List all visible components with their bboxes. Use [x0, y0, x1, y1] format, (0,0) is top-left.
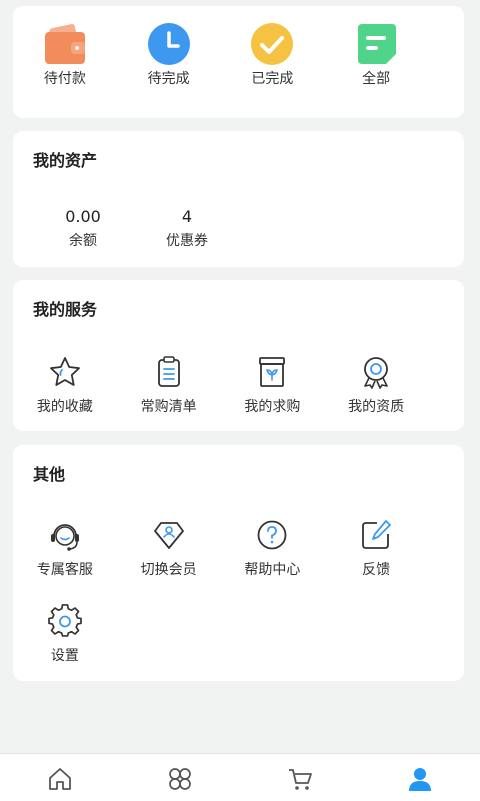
- service-frequent-list-label: 常购清单: [140, 399, 197, 415]
- tab-cart[interactable]: [240, 754, 360, 801]
- check-icon: [251, 23, 294, 65]
- cart-icon: [289, 769, 312, 790]
- service-favorites-label: 我的收藏: [36, 399, 93, 415]
- bottom-tab-bar: [0, 753, 480, 801]
- service-qualifications[interactable]: 我的资质: [324, 354, 428, 416]
- order-all[interactable]: 全部: [324, 24, 428, 88]
- order-pending-complete-label: 待完成: [147, 71, 190, 87]
- orders-card: 待付款 待完成 已完成 全部: [13, 6, 464, 118]
- assets-card: 我的资产 0.00 余额 4 优惠券: [13, 131, 464, 267]
- question-icon: [257, 520, 287, 550]
- gear-icon: [48, 604, 82, 637]
- medal-icon: [364, 357, 389, 389]
- other-settings[interactable]: 设置: [13, 603, 117, 665]
- other-settings-label: 设置: [50, 648, 79, 664]
- services-card: 我的服务 我的收藏 常购清单 我的求购 我的资质: [13, 280, 464, 431]
- sprout-box-icon: [259, 357, 286, 387]
- assets-title: 我的资产: [33, 151, 98, 170]
- others-title: 其他: [33, 465, 66, 484]
- balance-value: 0.00: [65, 207, 101, 226]
- order-completed-label: 已完成: [251, 71, 294, 87]
- headset-icon: [50, 524, 79, 551]
- user-icon: [409, 768, 431, 791]
- tab-category[interactable]: [120, 754, 240, 801]
- other-feedback-label: 反馈: [362, 562, 391, 578]
- other-help-center[interactable]: 帮助中心: [221, 517, 325, 579]
- order-all-label: 全部: [362, 71, 391, 87]
- coupons-item[interactable]: 4 优惠券: [137, 207, 237, 250]
- service-qualifications-label: 我的资质: [348, 399, 405, 415]
- other-customer-service[interactable]: 专属客服: [13, 517, 117, 579]
- wallet-icon: [44, 24, 85, 64]
- others-card: 其他 专属客服 切换会员 帮助中心 反馈 设置: [13, 445, 464, 681]
- clock-icon: [147, 23, 190, 65]
- clipboard-icon: [157, 356, 180, 387]
- order-pending-payment[interactable]: 待付款: [13, 24, 117, 88]
- other-help-center-label: 帮助中心: [244, 562, 301, 578]
- other-switch-member-label: 切换会员: [140, 562, 197, 578]
- diamond-user-icon: [153, 522, 184, 549]
- order-pending-complete[interactable]: 待完成: [117, 23, 221, 88]
- balance-label: 余额: [69, 233, 97, 249]
- coupons-value: 4: [181, 207, 193, 226]
- services-title: 我的服务: [33, 300, 98, 319]
- other-customer-service-label: 专属客服: [36, 562, 93, 578]
- tab-home[interactable]: [0, 754, 120, 801]
- order-completed[interactable]: 已完成: [221, 23, 325, 88]
- tab-profile[interactable]: [360, 754, 480, 801]
- other-feedback[interactable]: 反馈: [324, 517, 428, 579]
- category-icon: [169, 768, 191, 790]
- service-my-requests-label: 我的求购: [244, 399, 301, 415]
- star-icon: [49, 357, 80, 386]
- service-favorites[interactable]: 我的收藏: [13, 354, 117, 416]
- service-my-requests[interactable]: 我的求购: [221, 354, 325, 416]
- order-pending-payment-label: 待付款: [43, 71, 86, 87]
- home-icon: [49, 768, 71, 790]
- service-frequent-list[interactable]: 常购清单: [117, 354, 221, 416]
- list-doc-icon: [358, 24, 397, 64]
- other-switch-member[interactable]: 切换会员: [117, 517, 221, 579]
- edit-icon: [362, 520, 392, 549]
- balance-item[interactable]: 0.00 余额: [33, 207, 133, 250]
- coupons-label: 优惠券: [166, 233, 208, 249]
